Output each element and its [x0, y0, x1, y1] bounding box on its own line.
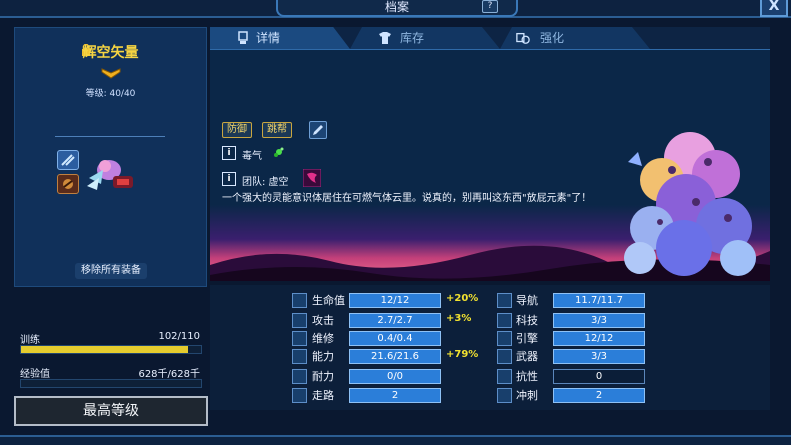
wrench-icon: [292, 331, 307, 346]
heart-icon: [292, 293, 307, 308]
stat-value: 0: [553, 369, 645, 384]
stat-label: 维修: [312, 332, 334, 345]
stat-value: 3/3: [553, 313, 645, 328]
training-progress-fill: [21, 346, 188, 353]
tab-upgrade-label: 强化: [540, 31, 565, 45]
hero-name: 辉空矢量: [82, 45, 139, 61]
bottom-border: [0, 435, 791, 445]
stat-value: 21.6/21.6: [349, 349, 441, 364]
team-label: 团队: 虚空: [242, 177, 289, 188]
stat-value: 12/12: [553, 331, 645, 346]
stat-bonus: +20%: [446, 293, 479, 304]
experience-label: 经验值: [20, 369, 50, 380]
stat-label: 生命值: [312, 294, 345, 307]
poison-gas-icon: [274, 147, 284, 157]
info-icon[interactable]: i: [222, 172, 236, 186]
walk-icon: [292, 388, 307, 403]
stat-value: 3/3: [553, 349, 645, 364]
rank-chevron-icon: [101, 68, 121, 79]
remove-all-equipment-button[interactable]: 移除所有装备: [75, 263, 147, 279]
upgrade-icon: [516, 32, 530, 44]
stat-value: 11.7/11.7: [553, 293, 645, 308]
hero-sprite: [87, 160, 133, 190]
portrait-icon: [238, 31, 248, 44]
max-level-button[interactable]: 最高等级: [14, 396, 208, 426]
stat-label: 抗性: [516, 370, 538, 383]
stat-value: 0.4/0.4: [349, 331, 441, 346]
stat-label: 走路: [312, 389, 334, 402]
equipment-slot-armor[interactable]: [57, 174, 79, 194]
flask-icon: [497, 313, 512, 328]
experience-value: 628千/628千: [138, 369, 200, 380]
stat-label: 攻击: [312, 314, 334, 327]
pencil-icon: [313, 125, 323, 135]
engine-icon: [497, 331, 512, 346]
stat-label: 能力: [312, 350, 334, 363]
stat-value: 0/0: [349, 369, 441, 384]
stat-label: 引擎: [516, 332, 538, 345]
shirt-icon: [379, 32, 391, 44]
tab-bar: 详情 库存 强化: [210, 27, 770, 51]
divider: [55, 136, 165, 137]
training-value: 102/110: [158, 331, 200, 342]
tab-inventory-label: 库存: [400, 31, 425, 45]
level-text: 等级: 40/40: [85, 89, 136, 99]
hero-panel: 辉空矢量 等级: 40/40 移除所有装备: [14, 27, 207, 287]
gas-creature-portrait: [624, 132, 756, 276]
close-button[interactable]: X: [760, 0, 788, 17]
void-team-icon: [303, 169, 321, 187]
sprint-icon: [497, 388, 512, 403]
stat-label: 耐力: [312, 370, 334, 383]
stat-label: 科技: [516, 314, 538, 327]
poison-label: 毒气: [242, 151, 262, 162]
navigation-icon: [497, 293, 512, 308]
tab-upgrade[interactable]: 强化: [500, 27, 650, 49]
flame-icon: [497, 369, 512, 384]
stat-value: 2.7/2.7: [349, 313, 441, 328]
training-label: 训练: [20, 335, 40, 346]
stat-label: 导航: [516, 294, 538, 307]
stat-label: 冲刺: [516, 389, 538, 402]
stat-value: 12/12: [349, 293, 441, 308]
stat-bonus: +3%: [446, 313, 472, 324]
edit-button[interactable]: [309, 121, 327, 139]
tab-details[interactable]: 详情: [210, 27, 350, 49]
stat-bonus: +79%: [446, 349, 479, 360]
weapon-icon: [61, 154, 75, 166]
sword-icon: [292, 313, 307, 328]
stat-value: 2: [553, 388, 645, 403]
tab-inventory[interactable]: 库存: [350, 27, 500, 49]
crosshair-icon: [497, 349, 512, 364]
info-icon[interactable]: i: [222, 146, 236, 160]
equipment-slot-weapon[interactable]: [57, 150, 79, 170]
hero-description: 一个强大的灵能意识体居住在可燃气体云里。说真的，别再叫这东西"放屁元素"了！: [222, 193, 592, 204]
ability-icon: [292, 349, 307, 364]
armor-icon: [63, 179, 73, 189]
stat-value: 2: [349, 388, 441, 403]
tag-boarding: 跳帮: [262, 122, 292, 138]
boot-icon: [292, 369, 307, 384]
tab-details-label: 详情: [256, 31, 281, 45]
training-progress-bar: [20, 345, 202, 354]
experience-bar: [20, 379, 202, 388]
stat-label: 武器: [516, 350, 538, 363]
help-button[interactable]: ?: [482, 0, 498, 13]
tag-defense: 防御: [222, 122, 252, 138]
